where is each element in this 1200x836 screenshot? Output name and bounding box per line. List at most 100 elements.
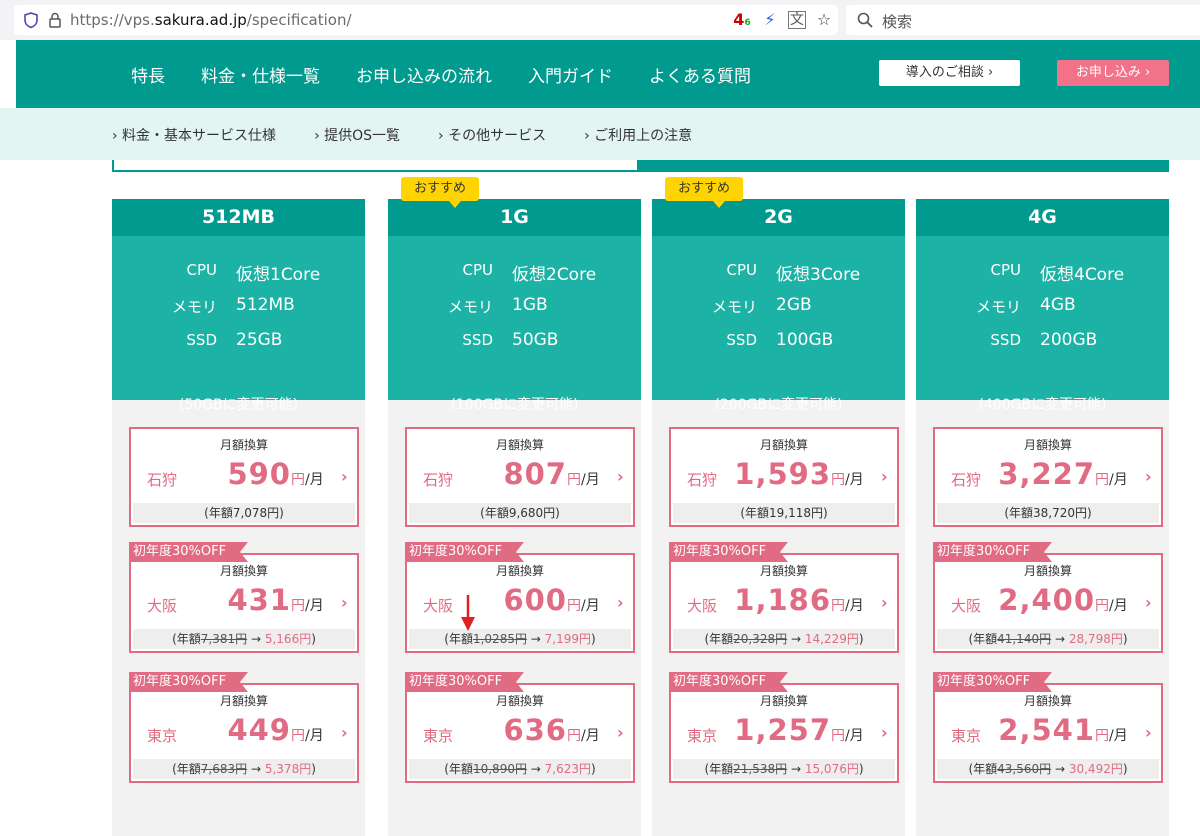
spec-ssd-label: SSD xyxy=(726,331,757,349)
annual-price: (年額19,118円) xyxy=(673,503,895,523)
monthly-label: 月額換算 xyxy=(1023,564,1072,578)
region-label: 東京 xyxy=(951,727,982,745)
ssd-note: (200GBに変更可能) xyxy=(714,397,843,413)
spec-ssd-value: 25GB xyxy=(236,330,283,350)
off-badge: 初年度30%OFF xyxy=(669,542,789,562)
plan-name: 2G xyxy=(652,199,905,236)
region-label: 石狩 xyxy=(951,471,982,489)
price-unit: 円/月 xyxy=(1095,595,1128,615)
price-card[interactable]: 初年度30%OFF 月額換算 大阪 1,186 円/月 › (年額20,328円 → 14,… xyxy=(669,542,899,653)
monthly-label: 月額換算 xyxy=(495,438,544,452)
price-amount: 600 xyxy=(503,583,567,617)
price-card[interactable]: 初年度30%OFF 月額換算 東京 1,257 円/月 › (年額21,538円 → 15,… xyxy=(669,672,899,783)
price-unit: 円/月 xyxy=(291,725,324,745)
subnav-os-list[interactable]: › 提供OS一覧 xyxy=(314,125,400,145)
subnav-pricing-spec[interactable]: › 料金・基本サービス仕様 xyxy=(112,125,276,145)
lock-icon[interactable] xyxy=(46,11,64,29)
yen-label: 円 xyxy=(831,472,845,488)
monthly-label: 月額換算 xyxy=(495,694,544,708)
region-label: 大阪 xyxy=(951,597,982,615)
url-text[interactable]: https://vps.sakura.ad.jp/specification/ xyxy=(70,11,352,29)
nav-pricing[interactable]: 料金・仕様一覧 xyxy=(201,62,320,87)
price-card[interactable]: 初年度30%OFF 月額換算 東京 636 円/月 › (年額10,890円 → 7,623… xyxy=(405,672,635,783)
search-bar[interactable]: 検索 xyxy=(846,5,1200,35)
shield-icon[interactable] xyxy=(22,11,40,29)
plan-spec: CPU 仮想4Core メモリ 4GB SSD 200GB (400GBに変更可能) xyxy=(916,236,1169,413)
price-amount: 636 xyxy=(503,713,567,747)
monthly-label: 月額換算 xyxy=(1023,694,1072,708)
off-badge: 初年度30%OFF xyxy=(669,672,789,692)
per-month-label: /月 xyxy=(1109,728,1128,744)
annual-price: (年額41,140円 → 28,798円) xyxy=(937,629,1159,649)
annual-old-price: 21,538円 xyxy=(733,762,788,776)
browser-toolbar: https://vps.sakura.ad.jp/specification/ … xyxy=(0,0,1200,40)
price-amount: 2,541 xyxy=(998,713,1095,747)
annual-new-price: 28,798円 xyxy=(1068,632,1123,646)
apply-button[interactable]: お申し込み › xyxy=(1057,60,1169,86)
ssd-note: (50GBに変更可能) xyxy=(178,397,299,413)
tab-inactive[interactable] xyxy=(639,160,1169,172)
price-card[interactable]: 月額換算 石狩 3,227 円/月 › (年額38,720円) xyxy=(933,427,1163,527)
off-badge: 初年度30%OFF xyxy=(129,672,249,692)
bookmark-star-icon[interactable]: ☆ xyxy=(814,10,834,30)
recommend-badge: おすすめ xyxy=(665,177,743,208)
price-card[interactable]: 初年度30%OFF 月額換算 大阪 431 円/月 › (年額7,381円 → 5,166円… xyxy=(129,542,359,653)
yen-label: 円 xyxy=(831,598,845,614)
price-amount: 449 xyxy=(227,713,291,747)
off-badge: 初年度30%OFF xyxy=(405,672,525,692)
translate-icon[interactable]: 文 xyxy=(788,11,806,29)
annual-new-price: 5,166円 xyxy=(264,632,312,646)
plan-spec: CPU 仮想2Core メモリ 1GB SSD 50GB (100GBに変更可能) xyxy=(388,236,641,413)
price-unit: 円/月 xyxy=(567,725,600,745)
annual-price: (年額21,538円 → 15,076円) xyxy=(673,759,895,779)
tab-active[interactable] xyxy=(112,160,639,172)
region-label: 大阪 xyxy=(687,597,718,615)
price-amount: 590 xyxy=(227,457,291,491)
price-card[interactable]: 初年度30%OFF 月額換算 大阪 600 円/月 › (年額1,0285円 → 7,199… xyxy=(405,542,635,653)
price-amount: 1,186 xyxy=(734,583,831,617)
price-unit: 円/月 xyxy=(831,595,864,615)
price-unit: 円/月 xyxy=(1095,725,1128,745)
per-month-label: /月 xyxy=(581,472,600,488)
yen-label: 円 xyxy=(291,472,305,488)
yen-label: 円 xyxy=(567,728,581,744)
price-unit: 円/月 xyxy=(567,595,600,615)
price-card[interactable]: 初年度30%OFF 月額換算 東京 2,541 円/月 › (年額43,560円 → 30,… xyxy=(933,672,1163,783)
subnav-other-services[interactable]: › その他サービス xyxy=(438,125,546,145)
price-amount: 1,593 xyxy=(734,457,831,491)
price-card[interactable]: 月額換算 石狩 590 円/月 › (年額7,078円) xyxy=(129,427,359,527)
region-label: 東京 xyxy=(687,727,718,745)
spec-ssd-label: SSD xyxy=(462,331,493,349)
address-bar[interactable]: https://vps.sakura.ad.jp/specification/ xyxy=(14,5,838,35)
spec-memory-label: メモリ xyxy=(975,298,1021,316)
nav-flow[interactable]: お申し込みの流れ xyxy=(356,62,492,87)
lightning-icon[interactable]: ⚡ xyxy=(760,10,780,30)
plan-name: 1G xyxy=(388,199,641,236)
annual-price: (年額43,560円 → 30,492円) xyxy=(937,759,1159,779)
spec-memory-value: 1GB xyxy=(512,295,548,315)
monthly-label: 月額換算 xyxy=(219,438,268,452)
price-card[interactable]: 初年度30%OFF 月額換算 大阪 2,400 円/月 › (年額41,140円 → 28,… xyxy=(933,542,1163,653)
annual-old-price: 7,381円 xyxy=(200,632,248,646)
per-month-label: /月 xyxy=(845,728,864,744)
nav-guide[interactable]: 入門ガイド xyxy=(528,62,613,87)
spec-memory-label: メモリ xyxy=(171,298,217,316)
tab-strip xyxy=(112,160,1169,172)
annual-old-price: 10,890円 xyxy=(472,762,527,776)
annual-old-price: 41,140円 xyxy=(997,632,1052,646)
nav-faq[interactable]: よくある質問 xyxy=(649,62,751,87)
price-card[interactable]: 月額換算 石狩 807 円/月 › (年額9,680円) xyxy=(405,427,635,527)
spec-memory-value: 2GB xyxy=(776,295,812,315)
nav-features[interactable]: 特長 xyxy=(131,62,165,87)
price-card[interactable]: 初年度30%OFF 月額換算 東京 449 円/月 › (年額7,683円 → 5,378円… xyxy=(129,672,359,783)
spec-memory-value: 512MB xyxy=(236,295,295,315)
extension-4-icon[interactable]: 46 xyxy=(732,10,752,30)
per-month-label: /月 xyxy=(581,598,600,614)
consult-button[interactable]: 導入のご相談 › xyxy=(879,60,1020,86)
annual-price: (年額7,078円) xyxy=(133,503,355,523)
price-card[interactable]: 月額換算 石狩 1,593 円/月 › (年額19,118円) xyxy=(669,427,899,527)
chevron-right-icon: › xyxy=(341,467,348,486)
annual-old-price: 20,328円 xyxy=(733,632,788,646)
subnav-notes[interactable]: › ご利用上の注意 xyxy=(584,125,692,145)
search-placeholder: 検索 xyxy=(882,13,913,31)
